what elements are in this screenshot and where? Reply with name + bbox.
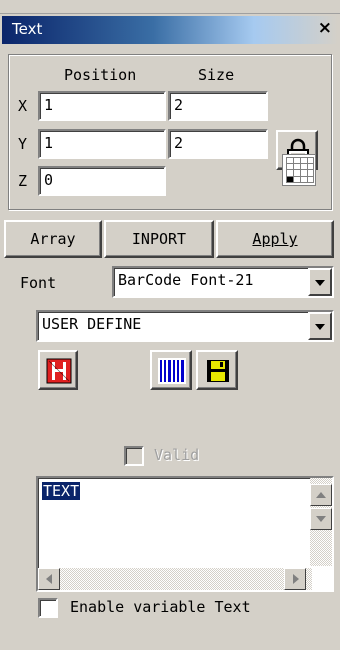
scroll-right-arrow-icon	[293, 574, 299, 584]
scroll-up-button[interactable]	[310, 484, 332, 506]
x-label: X	[18, 97, 28, 115]
variable-text-checkbox[interactable]	[38, 598, 58, 618]
size-label: Size	[198, 66, 235, 84]
array-button[interactable]: Array	[4, 220, 102, 258]
font-select[interactable]: BarCode Font-21	[112, 266, 334, 298]
mode-select[interactable]: USER DEFINE	[36, 310, 334, 342]
barcode-icon	[158, 358, 186, 384]
barcode-button[interactable]	[150, 350, 192, 390]
variable-text-label: Enable variable Text	[70, 598, 251, 616]
z-label: Z	[18, 172, 28, 190]
apply-button[interactable]: Apply	[216, 220, 334, 258]
save-button[interactable]	[196, 350, 238, 390]
close-icon[interactable]: ×	[318, 18, 332, 38]
hatch-button[interactable]	[38, 350, 78, 390]
position-label: Position	[64, 66, 137, 84]
valid-checkbox[interactable]	[124, 446, 144, 466]
save-icon	[207, 360, 229, 382]
scroll-down-button[interactable]	[310, 508, 332, 530]
position-x-field[interactable]: 1	[38, 91, 166, 121]
panel-title-bar[interactable]: Text ×	[2, 16, 338, 44]
position-z-field[interactable]: 0	[38, 166, 166, 196]
size-y-field[interactable]: 2	[168, 129, 268, 159]
font-label: Font	[20, 274, 57, 292]
inport-button[interactable]: INPORT	[104, 220, 214, 258]
scroll-left-button[interactable]	[38, 568, 60, 590]
hatch-red-icon	[46, 358, 72, 384]
horizontal-scrollbar[interactable]	[38, 568, 312, 590]
text-area[interactable]: TEXT	[36, 476, 334, 592]
grid-icon	[286, 157, 314, 183]
text-area-content: TEXT	[42, 482, 81, 500]
mode-dropdown-arrow-icon[interactable]	[308, 312, 332, 340]
position-y-field[interactable]: 1	[38, 129, 166, 159]
valid-label: Valid	[154, 446, 200, 464]
scroll-up-arrow-icon	[316, 492, 326, 498]
scroll-left-arrow-icon	[46, 574, 52, 584]
top-strip	[0, 0, 340, 14]
text-area-selected-text: TEXT	[42, 482, 81, 500]
panel-title: Text	[12, 20, 43, 38]
grid-button[interactable]	[282, 154, 316, 186]
scroll-down-arrow-icon	[316, 516, 326, 522]
y-label: Y	[18, 135, 28, 153]
font-dropdown-arrow-icon[interactable]	[308, 268, 332, 296]
size-x-field[interactable]: 2	[168, 91, 268, 121]
scroll-right-button[interactable]	[284, 568, 306, 590]
